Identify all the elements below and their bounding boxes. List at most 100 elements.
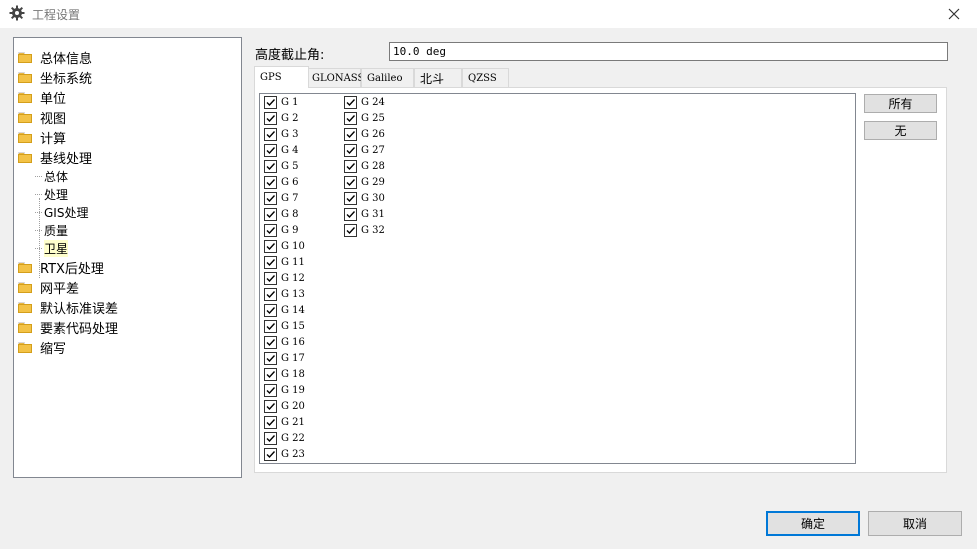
satellite-checkbox-item[interactable]: G 20: [264, 398, 305, 414]
tree-item-label: 坐标系统: [40, 71, 93, 87]
checkbox-checked-icon[interactable]: [264, 431, 277, 445]
satellite-checkbox-item[interactable]: G 29: [344, 174, 385, 190]
checkbox-checked-icon[interactable]: [264, 175, 277, 189]
tree-item-11[interactable]: 缩写: [18, 338, 66, 357]
satellite-checkbox-item[interactable]: G 4: [264, 142, 299, 158]
checkbox-checked-icon[interactable]: [264, 415, 277, 429]
tree-child-4[interactable]: 质量: [35, 221, 68, 239]
tab-galileo[interactable]: Galileo: [361, 68, 414, 87]
checkbox-checked-icon[interactable]: [344, 127, 357, 141]
tree-item-10[interactable]: 要素代码处理: [18, 318, 118, 337]
satellite-checkbox-item[interactable]: G 21: [264, 414, 305, 430]
satellite-checkbox-item[interactable]: G 28: [344, 158, 385, 174]
settings-tree[interactable]: 总体信息坐标系统 单位视图 计算 基线处理 总体 处理 GIS处理 质量 卫星 RTX后处理 网平差…: [13, 37, 242, 478]
tree-item-label: 网平差: [40, 281, 80, 297]
elevation-mask-input[interactable]: [389, 42, 948, 61]
checkbox-checked-icon[interactable]: [264, 111, 277, 125]
satellite-checkbox-item[interactable]: G 30: [344, 190, 385, 206]
satellite-checkbox-item[interactable]: G 8: [264, 206, 299, 222]
ok-button[interactable]: 确定: [766, 511, 860, 536]
tree-item-6[interactable]: 基线处理: [18, 148, 92, 167]
satellite-checkbox-item[interactable]: G 12: [264, 270, 305, 286]
checkbox-checked-icon[interactable]: [264, 95, 277, 109]
checkbox-checked-icon[interactable]: [264, 351, 277, 365]
satellite-checkbox-item[interactable]: G 9: [264, 222, 299, 238]
satellite-label: G 5: [281, 160, 299, 172]
close-button[interactable]: [931, 0, 977, 28]
satellite-label: G 8: [281, 208, 299, 220]
tree-connector: [35, 193, 42, 195]
satellite-label: G 25: [361, 112, 385, 124]
satellite-checkbox-item[interactable]: G 11: [264, 254, 305, 270]
checkbox-checked-icon[interactable]: [344, 111, 357, 125]
tree-item-9[interactable]: 默认标准误差: [18, 298, 118, 317]
checkbox-checked-icon[interactable]: [264, 447, 277, 461]
tree-child-2[interactable]: 处理: [35, 185, 68, 203]
satellite-checkbox-item[interactable]: G 27: [344, 142, 385, 158]
checkbox-checked-icon[interactable]: [264, 239, 277, 253]
checkbox-checked-icon[interactable]: [264, 367, 277, 381]
checkbox-checked-icon[interactable]: [344, 191, 357, 205]
tree-item-4[interactable]: 视图: [18, 108, 67, 127]
checkbox-checked-icon[interactable]: [344, 175, 357, 189]
tree-item-1[interactable]: 总体信息: [18, 48, 92, 67]
tree-item-5[interactable]: 计算: [18, 128, 66, 147]
satellite-checkbox-item[interactable]: G 23: [264, 446, 305, 462]
satellite-checkbox-item[interactable]: G 5: [264, 158, 299, 174]
satellite-checkbox-item[interactable]: G 25: [344, 110, 385, 126]
satellite-checkbox-item[interactable]: G 22: [264, 430, 305, 446]
checkbox-checked-icon[interactable]: [264, 127, 277, 141]
satellite-checkbox-item[interactable]: G 13: [264, 286, 305, 302]
satellite-checkbox-item[interactable]: G 7: [264, 190, 299, 206]
checkbox-checked-icon[interactable]: [344, 95, 357, 109]
satellite-checkbox-item[interactable]: G 6: [264, 174, 299, 190]
checkbox-checked-icon[interactable]: [264, 255, 277, 269]
tree-child-3[interactable]: GIS处理: [35, 203, 88, 221]
satellite-checkbox-item[interactable]: G 2: [264, 110, 299, 126]
checkbox-checked-icon[interactable]: [264, 223, 277, 237]
select-all-button[interactable]: 所有: [864, 94, 937, 113]
checkbox-checked-icon[interactable]: [344, 143, 357, 157]
satellite-checkbox-item[interactable]: G 24: [344, 94, 385, 110]
tree-item-2[interactable]: 坐标系统: [18, 68, 93, 87]
checkbox-checked-icon[interactable]: [344, 207, 357, 221]
satellite-checkbox-item[interactable]: G 18: [264, 366, 305, 382]
satellite-checkbox-item[interactable]: G 3: [264, 126, 299, 142]
tab-beidou[interactable]: 北斗: [414, 68, 462, 87]
select-none-button[interactable]: 无: [864, 121, 937, 140]
satellite-checkbox-item[interactable]: G 26: [344, 126, 385, 142]
checkbox-checked-icon[interactable]: [264, 319, 277, 333]
checkbox-checked-icon[interactable]: [264, 303, 277, 317]
satellite-checkbox-item[interactable]: G 16: [264, 334, 305, 350]
tree-item-7[interactable]: RTX后处理: [18, 258, 104, 277]
tree-item-label: 视图: [40, 111, 67, 127]
checkbox-checked-icon[interactable]: [264, 191, 277, 205]
checkbox-checked-icon[interactable]: [264, 159, 277, 173]
tab-glonass[interactable]: GLONASS: [306, 68, 364, 87]
satellite-checkbox-item[interactable]: G 31: [344, 206, 385, 222]
checkbox-checked-icon[interactable]: [264, 271, 277, 285]
checkbox-checked-icon[interactable]: [344, 159, 357, 173]
checkbox-checked-icon[interactable]: [264, 383, 277, 397]
satellite-checkbox-item[interactable]: G 17: [264, 350, 305, 366]
cancel-button[interactable]: 取消: [868, 511, 962, 536]
tab-qzss[interactable]: QZSS: [462, 68, 509, 87]
checkbox-checked-icon[interactable]: [264, 399, 277, 413]
satellite-checkbox-item[interactable]: G 32: [344, 222, 385, 238]
checkbox-checked-icon[interactable]: [264, 335, 277, 349]
folder-icon: [18, 261, 32, 273]
checkbox-checked-icon[interactable]: [264, 207, 277, 221]
satellite-checkbox-item[interactable]: G 19: [264, 382, 305, 398]
satellite-checkbox-item[interactable]: G 14: [264, 302, 305, 318]
satellite-checkbox-item[interactable]: G 10: [264, 238, 305, 254]
tree-child-5[interactable]: 卫星: [35, 239, 69, 257]
tree-item-8[interactable]: 网平差: [18, 278, 80, 297]
checkbox-checked-icon[interactable]: [264, 287, 277, 301]
tree-item-3[interactable]: 单位: [18, 88, 66, 107]
satellite-checkbox-item[interactable]: G 15: [264, 318, 305, 334]
tree-child-1[interactable]: 总体: [35, 167, 68, 185]
satellite-checkbox-item[interactable]: G 1: [264, 94, 299, 110]
checkbox-checked-icon[interactable]: [344, 223, 357, 237]
checkbox-checked-icon[interactable]: [264, 143, 277, 157]
tab-gps[interactable]: GPS: [254, 66, 309, 88]
